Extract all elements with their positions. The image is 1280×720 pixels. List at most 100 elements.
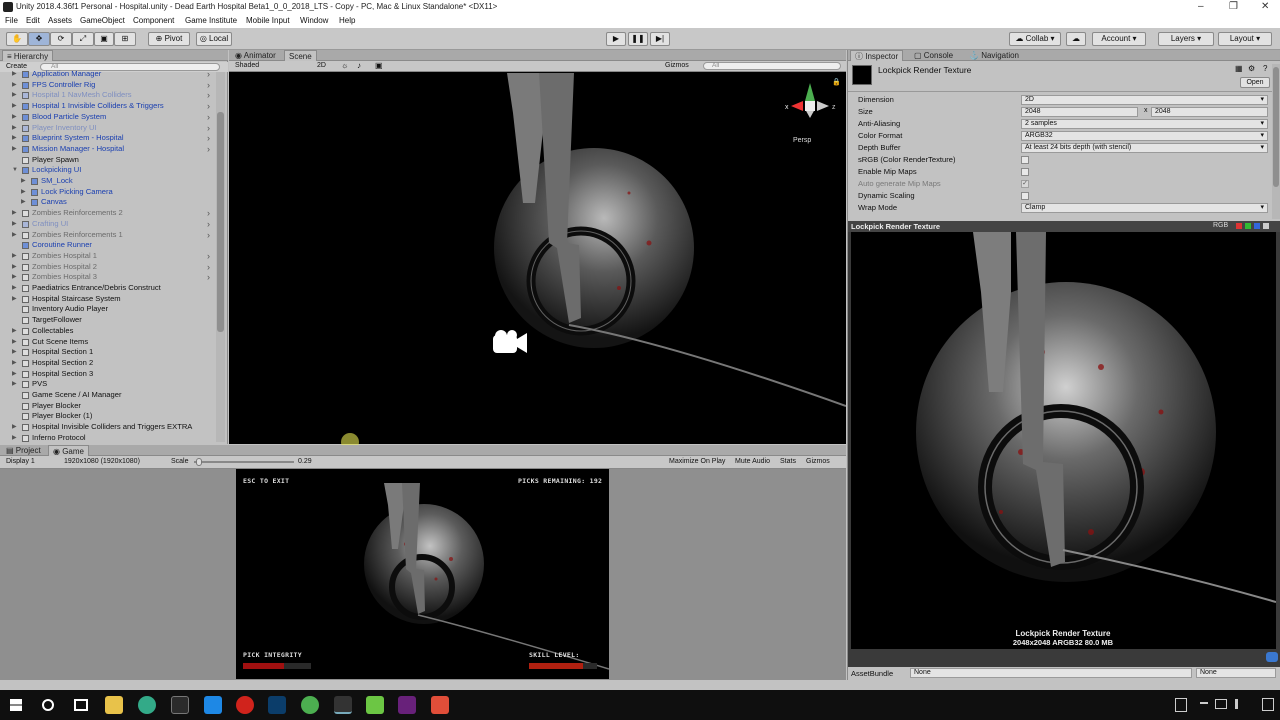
expand-arrow-right-icon[interactable]: ▶ [12,80,17,91]
hierarchy-item[interactable]: ▶ PVS [0,379,214,390]
channel-green-toggle[interactable] [1245,223,1251,229]
property-checkbox[interactable] [1021,156,1029,164]
expand-arrow-right-icon[interactable]: ▶ [12,337,17,348]
expand-arrow-right-icon[interactable]: ▶ [21,187,26,198]
move-tool-icon[interactable]: ✥ [28,32,50,46]
scene-search-input[interactable]: All [703,62,841,70]
expand-arrow-right-icon[interactable]: ▶ [12,347,17,358]
perspective-label[interactable]: Persp [793,137,811,144]
expand-arrow-right-icon[interactable]: ▶ [12,112,17,123]
tab-console[interactable]: ▢ Console [910,50,957,61]
expand-arrow-right-icon[interactable]: ▶ [12,369,17,380]
resolution-dropdown[interactable]: 1920x1080 (1920x1080) [64,458,140,465]
scale-tool-icon[interactable]: ⤢ [72,32,94,46]
expand-arrow-right-icon[interactable]: ▶ [12,69,17,80]
file-explorer-icon[interactable] [105,696,123,714]
layers-dropdown[interactable]: Layers ▾ [1158,32,1214,46]
size-width-field[interactable]: 2048 [1021,107,1138,117]
menu-mobile-input[interactable]: Mobile Input [246,16,290,25]
prefab-arrow-icon[interactable]: › [207,272,210,283]
notifications-icon[interactable] [1262,698,1274,711]
property-checkbox[interactable] [1021,168,1029,176]
scale-slider-thumb[interactable] [196,458,202,466]
size-height-field[interactable]: 2048 [1151,107,1268,117]
stats-toggle[interactable]: Stats [780,458,796,465]
scene-gizmos-dropdown[interactable]: Gizmos [665,62,689,69]
channel-alpha-toggle[interactable] [1263,223,1269,229]
hierarchy-item[interactable]: ▶ Paediatrics Entrance/Debris Construct [0,283,214,294]
property-dropdown[interactable]: ARGB32 ▾ [1021,131,1268,141]
expand-arrow-right-icon[interactable]: ▶ [12,294,17,305]
expand-arrow-right-icon[interactable]: ▶ [12,358,17,369]
preset-icon[interactable]: ▦ [1235,64,1243,73]
store-icon[interactable] [204,696,222,714]
prefab-arrow-icon[interactable]: › [207,219,210,230]
hierarchy-item[interactable]: ▶ Crafting UI › [0,219,214,230]
hierarchy-item[interactable]: ▶ Hospital 1 Invisible Colliders & Trigge… [0,101,214,112]
search-icon[interactable] [42,699,54,711]
hierarchy-item[interactable]: ▶ Application Manager › [0,69,214,80]
prefab-arrow-icon[interactable]: › [207,80,210,91]
layout-dropdown[interactable]: Layout ▾ [1218,32,1272,46]
prefab-arrow-icon[interactable]: › [207,123,210,134]
tab-hierarchy[interactable]: ≡ Hierarchy [2,50,54,61]
cloud-button[interactable]: ☁ [1066,32,1086,46]
scene-render[interactable]: z x 🔒 Persp [229,73,846,444]
hierarchy-item[interactable]: ▶ Blood Particle System › [0,112,214,123]
menu-help[interactable]: Help [339,16,355,25]
hierarchy-item[interactable]: ▼ Lockpicking UI [0,165,214,176]
prefab-arrow-icon[interactable]: › [207,230,210,241]
unity-hub-icon[interactable] [171,696,189,714]
menu-game-institute[interactable]: Game Institute [185,16,237,25]
transform-tool-icon[interactable]: ⊞ [114,32,136,46]
settings-icon[interactable]: ⚙ [1248,64,1255,73]
scale-slider[interactable] [194,461,294,463]
collab-dropdown[interactable]: ☁ Collab ▾ [1009,32,1061,46]
property-checkbox[interactable]: ✓ [1021,180,1029,188]
orientation-gizmo-icon[interactable]: z x 🔒 [785,78,841,118]
minimize-icon[interactable]: – [1198,1,1204,12]
rotate-tool-icon[interactable]: ⟳ [50,32,72,46]
windows-start-icon[interactable] [10,699,22,711]
prefab-arrow-icon[interactable]: › [207,262,210,273]
tab-navigation[interactable]: ⚓ Navigation [965,50,1023,61]
hierarchy-item[interactable]: ▶ Hospital Section 1 [0,347,214,358]
tab-animator[interactable]: ◉ Animator [231,50,280,61]
step-button[interactable]: ▶| [650,32,670,46]
expand-arrow-right-icon[interactable]: ▶ [12,123,17,134]
menu-gameobject[interactable]: GameObject [80,16,125,25]
hierarchy-item[interactable]: Player Spawn [0,155,214,166]
local-toggle[interactable]: ◎ Local [196,32,232,46]
property-checkbox[interactable] [1021,192,1029,200]
account-dropdown[interactable]: Account ▾ [1092,32,1146,46]
property-dropdown[interactable]: 2D ▾ [1021,95,1268,105]
property-dropdown[interactable]: Clamp ▾ [1021,203,1268,213]
preview-resize-icon[interactable] [1266,652,1278,662]
expand-arrow-right-icon[interactable]: ▶ [12,326,17,337]
photoshop-icon[interactable] [268,696,286,714]
property-dropdown[interactable]: 2 samples ▾ [1021,119,1268,129]
expand-arrow-right-icon[interactable]: ▶ [12,272,17,283]
expand-arrow-right-icon[interactable]: ▶ [12,433,17,444]
hierarchy-item[interactable]: Player Blocker [0,401,214,412]
prefab-arrow-icon[interactable]: › [207,208,210,219]
prefab-arrow-icon[interactable]: › [207,144,210,155]
opera-icon[interactable] [236,696,254,714]
people-icon[interactable] [1175,698,1187,712]
hierarchy-item[interactable]: ▶ Inferno Protocol [0,433,214,444]
expand-arrow-right-icon[interactable]: ▶ [12,379,17,390]
shading-dropdown[interactable]: Shaded [235,62,259,69]
lighting-icon[interactable]: ☼ [341,61,348,70]
tray-chevron-icon[interactable] [1200,702,1208,708]
network-icon[interactable] [1215,699,1227,709]
hand-tool-icon[interactable]: ✋ [6,32,28,46]
camtasia-icon[interactable] [366,696,384,714]
hierarchy-item[interactable]: ▶ SM_Lock [0,176,214,187]
property-dropdown[interactable]: At least 24 bits depth (with stencil) ▾ [1021,143,1268,153]
prefab-arrow-icon[interactable]: › [207,90,210,101]
expand-arrow-right-icon[interactable]: ▶ [12,230,17,241]
close-icon[interactable]: ✕ [1261,1,1269,12]
menu-window[interactable]: Window [300,16,328,25]
prefab-arrow-icon[interactable]: › [207,112,210,123]
channel-rgb-toggle[interactable]: RGB [1213,222,1228,229]
